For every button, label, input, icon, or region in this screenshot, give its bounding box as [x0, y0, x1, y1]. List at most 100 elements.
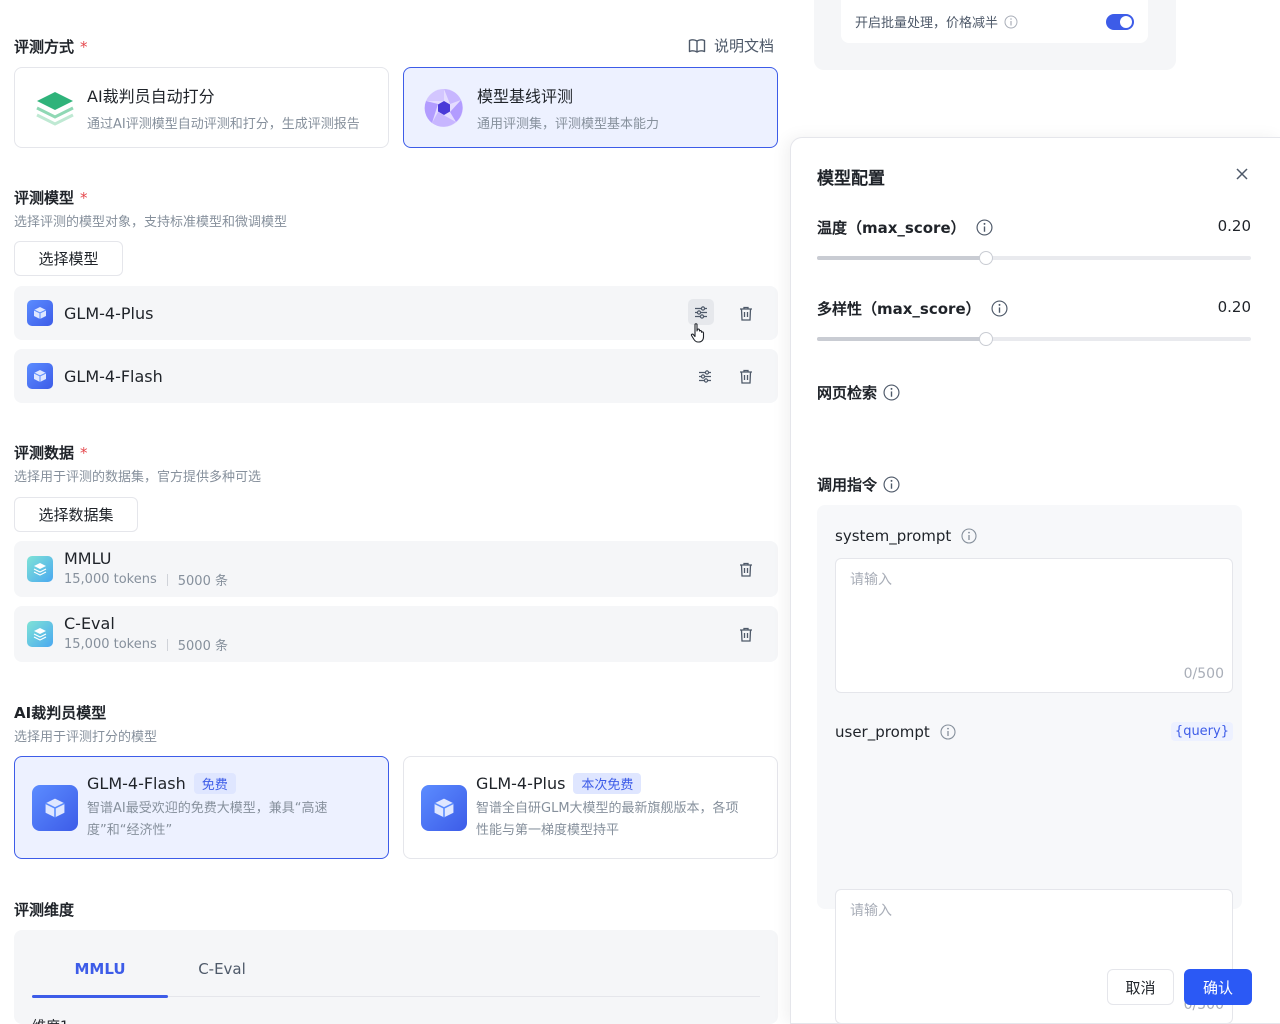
info-icon[interactable]: [1004, 15, 1018, 29]
textarea-placeholder: 请输入: [850, 903, 892, 919]
diversity-slider[interactable]: [817, 332, 1251, 346]
instruction-label-group: 调用指令: [817, 474, 900, 495]
temperature-label: 温度（max_score）: [817, 219, 966, 237]
dataset-name: C-Eval: [64, 614, 115, 633]
method-card-baseline[interactable]: 模型基线评测 通用评测集，评测模型基本能力: [403, 67, 778, 148]
info-icon[interactable]: [883, 476, 900, 493]
required-mark: *: [80, 444, 88, 462]
web-search-label: 网页检索: [817, 384, 878, 402]
dataset-section-subtitle: 选择用于评测的数据集，官方提供多种可选: [14, 470, 262, 485]
method-section-title: 评测方式 *: [14, 38, 88, 56]
tab-c-eval[interactable]: C-Eval: [168, 959, 276, 998]
info-icon[interactable]: [961, 528, 977, 544]
cube-icon: [27, 300, 53, 326]
settings-sliders-icon[interactable]: [692, 363, 718, 389]
doc-link[interactable]: 说明文档: [688, 35, 774, 56]
trash-icon[interactable]: [733, 300, 759, 326]
judge-section-title: AI裁判员模型: [14, 704, 107, 722]
cube-icon: [421, 785, 467, 831]
batch-label: 开启批量处理，价格减半: [855, 16, 999, 31]
diversity-value: 0.20: [1217, 298, 1251, 316]
trash-icon[interactable]: [733, 621, 759, 647]
user-prompt-textarea[interactable]: 请输入 0/500: [835, 889, 1233, 1024]
batch-card: 开启批量处理，价格减半: [814, 0, 1176, 70]
dataset-tokens: 15,000 tokens: [64, 572, 157, 587]
select-dataset-button[interactable]: 选择数据集: [14, 497, 138, 532]
judge-card-title: GLM-4-Plus 本次免费: [476, 773, 739, 794]
char-counter: 0/500: [1183, 666, 1224, 682]
diversity-label: 多样性（max_score）: [817, 300, 981, 318]
dataset-name: MMLU: [64, 549, 112, 568]
aperture-icon: [423, 87, 465, 129]
model-name: GLM-4-Flash: [64, 366, 163, 386]
method-card-desc: 通过AI评测模型自动评测和打分，生成评测报告: [87, 117, 360, 132]
judge-card-desc: 智谱AI最受欢迎的免费大模型，兼具“高速 度”和“经济性”: [87, 801, 328, 838]
dataset-row: MMLU 15,000 tokens 5000 条: [14, 541, 778, 597]
close-icon[interactable]: [1234, 166, 1250, 186]
dataset-stack-icon: [27, 621, 53, 647]
slider-thumb[interactable]: [979, 332, 994, 346]
web-search-label-group: 网页检索: [817, 382, 900, 403]
cube-icon: [32, 785, 78, 831]
dimension-panel: MMLU C-Eval 维度1: [14, 930, 778, 1024]
temperature-label-group: 温度（max_score）: [817, 217, 993, 238]
temperature-value: 0.20: [1217, 217, 1251, 235]
temperature-slider[interactable]: [817, 251, 1251, 265]
slider-fill: [817, 337, 987, 341]
free-badge: 免费: [193, 773, 236, 794]
model-config-panel: 模型配置 温度（max_score） 0.20 多样性（max_score） 0…: [790, 137, 1280, 1024]
doc-link-label: 说明文档: [714, 37, 775, 55]
query-variable-tag[interactable]: {query}: [1170, 722, 1233, 741]
info-icon[interactable]: [883, 384, 900, 401]
confirm-button[interactable]: 确认: [1184, 969, 1252, 1005]
textarea-placeholder: 请输入: [850, 572, 892, 588]
info-icon[interactable]: [991, 300, 1008, 317]
model-name: GLM-4-Plus: [64, 303, 154, 323]
cancel-button[interactable]: 取消: [1107, 969, 1174, 1005]
tab-mmlu[interactable]: MMLU: [32, 959, 168, 998]
info-icon[interactable]: [976, 219, 993, 236]
dataset-meta: 15,000 tokens 5000 条: [64, 570, 228, 589]
tab-label: MMLU: [74, 960, 126, 978]
tab-active-indicator: [32, 995, 168, 998]
system-prompt-label-group: system_prompt: [835, 527, 977, 545]
judge-card-desc: 智谱全自研GLM大模型的最新旗舰版本，各项 性能与第一梯度模型持平: [476, 801, 739, 838]
required-mark: *: [80, 38, 88, 56]
model-row: GLM-4-Plus: [14, 286, 778, 340]
method-card-title: 模型基线评测: [477, 87, 574, 106]
layers-icon: [35, 88, 75, 128]
dataset-count: 5000 条: [177, 574, 228, 589]
info-icon[interactable]: [940, 724, 956, 740]
free-this-time-badge: 本次免费: [573, 773, 642, 794]
system-prompt-textarea[interactable]: 请输入 0/500: [835, 558, 1233, 693]
trash-icon[interactable]: [733, 556, 759, 582]
judge-card-title: GLM-4-Flash 免费: [87, 773, 327, 794]
model-section-subtitle: 选择评测的模型对象，支持标准模型和微调模型: [14, 215, 288, 230]
dataset-section-title: 评测数据 *: [14, 444, 88, 462]
diversity-label-group: 多样性（max_score）: [817, 298, 1008, 319]
dimension-section-title: 评测维度: [14, 901, 75, 919]
instruction-label: 调用指令: [817, 476, 878, 494]
hand-cursor-icon: [689, 322, 709, 348]
slider-thumb[interactable]: [979, 251, 994, 265]
method-card-title: AI裁判员自动打分: [87, 87, 215, 106]
judge-model-name: GLM-4-Flash: [87, 774, 186, 793]
batch-toggle[interactable]: [1106, 13, 1134, 30]
judge-card-glm-4-plus[interactable]: GLM-4-Plus 本次免费 智谱全自研GLM大模型的最新旗舰版本，各项 性能…: [403, 756, 778, 859]
user-prompt-label: user_prompt: [835, 723, 930, 741]
prompt-config-box: system_prompt 请输入 0/500 user_prompt {que…: [817, 505, 1242, 1024]
model-row: GLM-4-Flash: [14, 349, 778, 403]
cube-icon: [27, 363, 53, 389]
book-icon: [688, 38, 706, 54]
dataset-count: 5000 条: [177, 639, 228, 654]
system-prompt-label: system_prompt: [835, 527, 952, 545]
dataset-tokens: 15,000 tokens: [64, 637, 157, 652]
select-model-button[interactable]: 选择模型: [14, 241, 123, 276]
batch-row: 开启批量处理，价格减半: [841, 0, 1148, 43]
trash-icon[interactable]: [733, 363, 759, 389]
method-card-ai-judge[interactable]: AI裁判员自动打分 通过AI评测模型自动评测和打分，生成评测报告: [14, 67, 389, 148]
judge-card-glm-4-flash[interactable]: GLM-4-Flash 免费 智谱AI最受欢迎的免费大模型，兼具“高速 度”和“…: [14, 756, 389, 859]
user-prompt-label-group: user_prompt: [835, 723, 956, 741]
judge-section-subtitle: 选择用于评测打分的模型: [14, 730, 158, 745]
judge-model-name: GLM-4-Plus: [476, 774, 566, 793]
